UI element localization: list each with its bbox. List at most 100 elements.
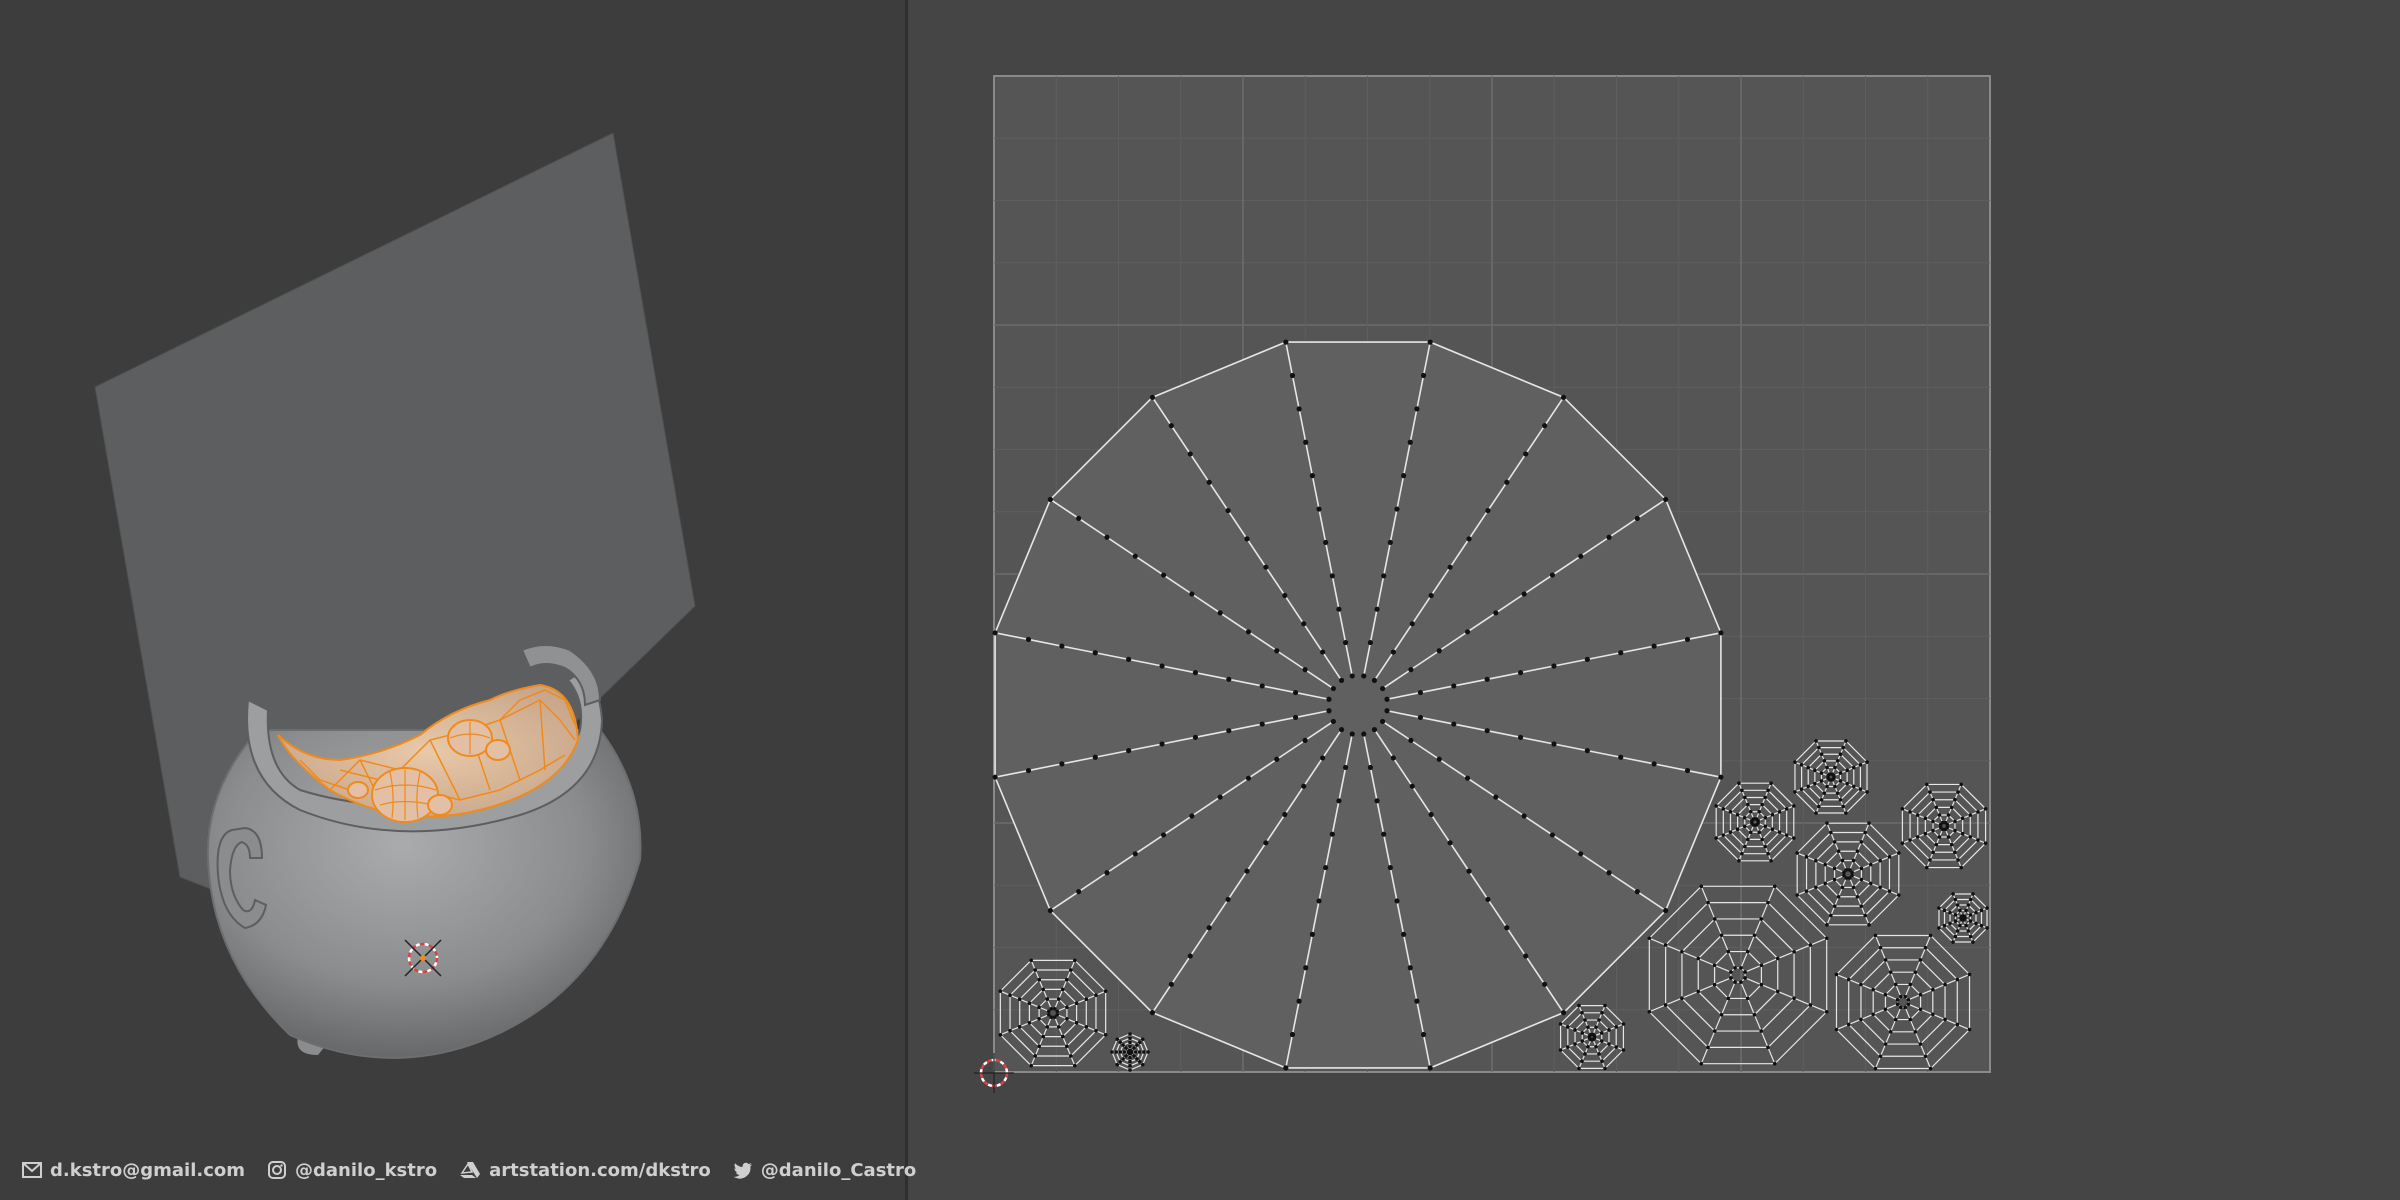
uv-vertex xyxy=(1551,663,1557,669)
uv-vertex xyxy=(1128,1044,1132,1049)
uv-vertex xyxy=(1336,606,1342,612)
uv-vertex xyxy=(1825,821,1829,825)
uv-vertex xyxy=(1259,721,1265,727)
uv-vertex xyxy=(1138,1060,1142,1064)
uv-vertex xyxy=(1983,806,1988,811)
uv-vertex xyxy=(1735,827,1740,832)
uv-vertex xyxy=(1390,755,1396,761)
uv-vertex xyxy=(1578,553,1584,559)
uv-vertex xyxy=(1766,788,1770,793)
uv-vertex xyxy=(1008,1028,1012,1033)
uv-vertex xyxy=(1094,1028,1098,1033)
uv-vertex xyxy=(1523,953,1529,959)
uv-vertex xyxy=(1865,790,1869,794)
uv-vertex xyxy=(1226,728,1232,734)
uv-vertex xyxy=(1140,1037,1145,1042)
uv-vertex xyxy=(1549,572,1556,578)
uv-vertex xyxy=(1126,748,1132,754)
uv-vertex xyxy=(1825,765,1829,770)
uv-vertex xyxy=(1976,838,1980,842)
uv-vertex xyxy=(1484,676,1490,682)
uv-vertex xyxy=(1323,864,1329,871)
uv-vertex xyxy=(1663,496,1669,503)
uv-vertex xyxy=(1493,610,1499,616)
uv-vertex xyxy=(1361,673,1367,679)
uv-vertex xyxy=(1128,1068,1132,1072)
uv-vertex xyxy=(1517,734,1524,740)
uv-vertex xyxy=(1371,677,1378,683)
uv-vertex xyxy=(1651,643,1657,649)
uv-vertex xyxy=(1906,1002,1911,1007)
3d-viewport[interactable] xyxy=(0,0,908,1200)
instagram-item: @danilo_kstro xyxy=(267,1160,437,1181)
uv-vertex xyxy=(1549,832,1556,838)
email-text: d.kstro@gmail.com xyxy=(50,1159,246,1181)
uv-vertex xyxy=(1068,1054,1073,1058)
uv-vertex xyxy=(1059,761,1065,767)
uv-vertex xyxy=(1844,868,1849,872)
uv-vertex xyxy=(1883,958,1888,962)
uv-vertex xyxy=(1737,781,1741,785)
uv-vertex xyxy=(1745,837,1750,842)
uv-vertex xyxy=(1387,864,1393,871)
uv-vertex xyxy=(1289,1031,1296,1038)
uv-vertex xyxy=(1985,926,1989,930)
uv-vertex xyxy=(1329,573,1335,579)
uv-vertex xyxy=(1832,774,1836,778)
uv-vertex xyxy=(1759,917,1764,921)
uv-vertex xyxy=(1846,1022,1851,1027)
uv-vertex xyxy=(1326,708,1332,714)
uv-vertex xyxy=(1680,996,1684,1001)
uv-vertex xyxy=(1859,904,1864,908)
uv-vertex xyxy=(1918,1007,1923,1012)
uv-vertex xyxy=(1838,797,1843,802)
uv-vertex xyxy=(1577,1003,1581,1008)
uv-vertex xyxy=(1606,534,1612,540)
uv-vertex xyxy=(1124,1046,1128,1050)
uv-vertex xyxy=(1064,977,1069,982)
uv-vertex xyxy=(1606,870,1612,876)
uv-vertex xyxy=(1859,1017,1863,1022)
uv-vertex xyxy=(1760,802,1765,807)
uv-vertex xyxy=(1110,1050,1114,1054)
uv-vertex xyxy=(1878,1054,1883,1059)
uv-island-web-tiny[interactable] xyxy=(1110,1032,1150,1072)
uv-vertex xyxy=(1931,828,1935,833)
uv-vertex xyxy=(1055,1009,1060,1014)
uv-vertex xyxy=(1772,1061,1777,1066)
uv-vertex xyxy=(1915,813,1920,817)
uv-vertex xyxy=(1092,754,1098,760)
uv-vertex xyxy=(1946,835,1951,839)
uv-canvas xyxy=(974,75,1991,1093)
uv-vertex xyxy=(1573,1042,1577,1046)
uv-vertex xyxy=(1766,900,1770,905)
uv-vertex xyxy=(1074,1001,1079,1006)
uv-vertex xyxy=(1819,779,1824,783)
uv-vertex xyxy=(1684,636,1691,643)
uv-vertex xyxy=(1808,943,1813,947)
uv-vertex xyxy=(1206,479,1212,485)
uv-vertex xyxy=(1361,731,1367,737)
uv-vertex xyxy=(1740,788,1744,793)
uv-vertex xyxy=(1371,727,1378,733)
uv-vertex xyxy=(1634,515,1640,521)
uv-vertex xyxy=(1792,949,1796,954)
uv-island-large-web[interactable] xyxy=(992,339,1724,1071)
uv-vertex xyxy=(1804,889,1809,893)
uv-vertex xyxy=(1407,439,1413,445)
uv-vertex xyxy=(1121,1043,1125,1047)
uv-vertex xyxy=(1712,963,1717,968)
uv-vertex xyxy=(1813,768,1817,773)
uv-vertex xyxy=(1566,1025,1570,1029)
uv-vertex xyxy=(1795,851,1799,855)
uv-vertex xyxy=(1968,813,1973,817)
uv-vertex xyxy=(1159,741,1165,747)
uv-vertex xyxy=(1542,423,1548,429)
uv-vertex xyxy=(1858,787,1863,791)
uv-vertex xyxy=(1928,933,1933,938)
uv-vertex xyxy=(1814,858,1818,863)
uv-vertex xyxy=(1712,1029,1717,1033)
uv-editor[interactable] xyxy=(908,0,2400,1200)
uv-vertex xyxy=(1128,1064,1132,1068)
twitter-item: @danilo_Castro xyxy=(733,1160,916,1181)
